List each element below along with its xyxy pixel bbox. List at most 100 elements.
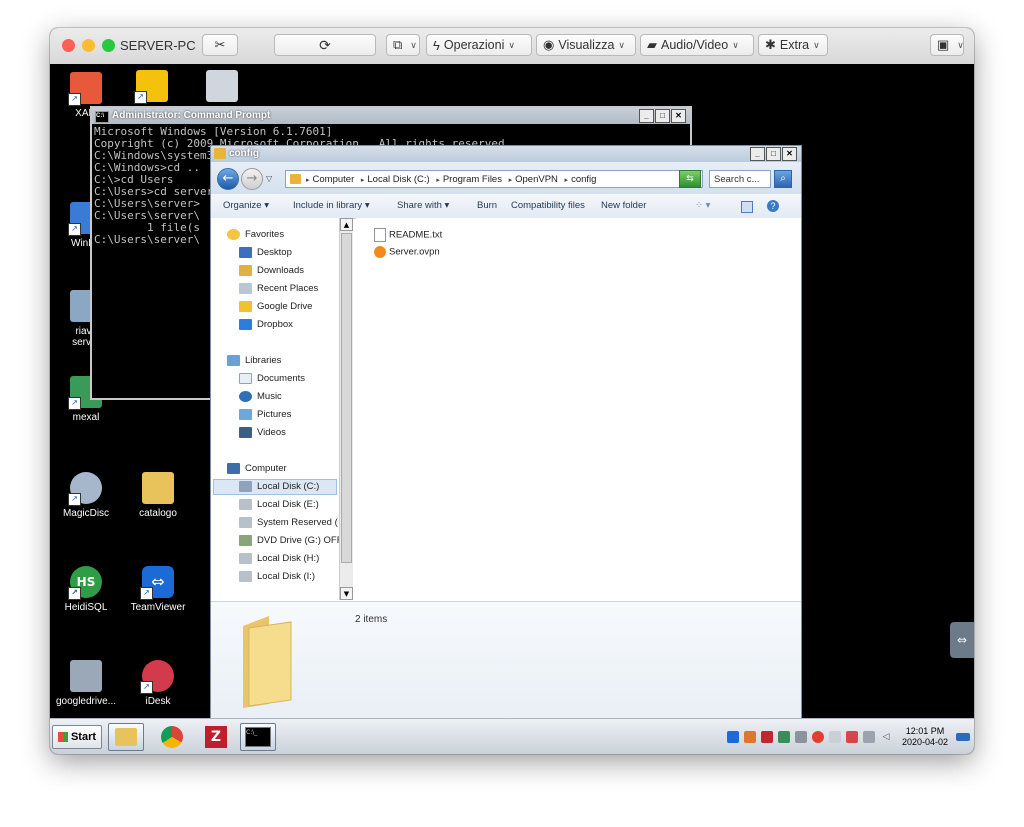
file-item-server-ovpn[interactable]: Server.ovpn xyxy=(374,246,440,258)
nav-dvd-drive[interactable]: DVD Drive (G:) OFF xyxy=(239,534,343,548)
desktop-icon-idesk[interactable]: ↗ iDesk xyxy=(126,660,190,707)
maximize-icon[interactable]: □ xyxy=(766,147,781,161)
file-list[interactable]: README.txt Server.ovpn xyxy=(356,218,801,600)
taskbar-chrome[interactable] xyxy=(154,723,190,751)
bluetooth-tray-icon[interactable] xyxy=(794,731,807,743)
view-grid-icon: ⁘ xyxy=(695,200,703,211)
command-prompt-title: Administrator: Command Prompt xyxy=(112,110,271,121)
desktop-icon-google-drive[interactable]: ↗ xyxy=(120,70,184,106)
explorer-window[interactable]: config _ □ ✕ ← → ▽ ▸ Computer ▸ Local Disk… xyxy=(210,145,802,718)
zoom-window-button[interactable] xyxy=(102,39,115,52)
nav-downloads[interactable]: Downloads xyxy=(239,264,304,278)
chevron-down-icon: ▾ xyxy=(444,200,450,211)
desktop-icon-recycle-bin[interactable] xyxy=(190,70,254,106)
extra-menu[interactable]: ✱ Extra ∨ xyxy=(758,34,828,56)
nav-google-drive[interactable]: Google Drive xyxy=(239,300,312,314)
forward-button[interactable]: → xyxy=(241,168,263,190)
search-input[interactable]: Search c... xyxy=(709,170,771,188)
nav-local-disk-h[interactable]: Local Disk (H:) xyxy=(239,552,319,566)
recent-pages-chevron-icon[interactable]: ▽ xyxy=(266,174,272,183)
nav-local-disk-e[interactable]: Local Disk (E:) xyxy=(239,498,319,512)
teamviewer-tray-icon[interactable] xyxy=(726,731,739,743)
include-in-library-menu[interactable]: Include in library ▾ xyxy=(293,200,370,211)
nav-music[interactable]: Music xyxy=(239,390,282,404)
navigation-pane[interactable]: Favorites Desktop Downloads Recent Place… xyxy=(211,218,353,600)
operazioni-menu[interactable]: ϟ Operazioni ∨ xyxy=(426,34,532,56)
teamviewer-side-panel[interactable]: ⇔ xyxy=(950,622,974,658)
command-prompt-titlebar[interactable]: C:\ Administrator: Command Prompt _ □ ✕ xyxy=(92,108,690,124)
go-refresh-button[interactable]: ⇆ xyxy=(679,170,701,188)
close-icon[interactable]: ✕ xyxy=(782,147,797,161)
nav-recent-places[interactable]: Recent Places xyxy=(239,282,318,296)
view-options-button[interactable]: ⁘ ▾ xyxy=(695,200,710,211)
minimize-icon[interactable]: _ xyxy=(639,109,654,123)
layers-button[interactable]: ⧉ ∨ xyxy=(386,34,420,56)
dropbox-tray-icon[interactable] xyxy=(828,731,841,743)
refresh-button[interactable]: ⟳ xyxy=(274,34,376,56)
breadcrumb-local-disk[interactable]: Local Disk (C:) xyxy=(367,174,429,185)
nav-documents[interactable]: Documents xyxy=(239,372,305,386)
network-tray-icon[interactable] xyxy=(777,731,790,743)
desktop-icon-catalogo[interactable]: catalogo xyxy=(126,472,190,519)
breadcrumb-openvpn[interactable]: OpenVPN xyxy=(515,174,558,185)
help-tray-icon[interactable] xyxy=(760,731,773,743)
minimize-icon[interactable]: _ xyxy=(750,147,765,161)
back-button[interactable]: ← xyxy=(217,168,239,190)
antivirus-tray-icon[interactable] xyxy=(811,731,824,743)
explorer-titlebar[interactable]: config _ □ ✕ xyxy=(211,146,801,162)
breadcrumb-program-files[interactable]: Program Files xyxy=(443,174,502,185)
new-folder-button[interactable]: New folder xyxy=(601,200,646,211)
chat-icon: ▰ xyxy=(647,37,657,52)
scrollbar-thumb[interactable] xyxy=(341,233,352,563)
nav-libraries[interactable]: Libraries xyxy=(227,354,281,368)
tools-icon: ✱ xyxy=(765,37,776,52)
scroll-down-icon[interactable]: ▼ xyxy=(340,587,353,600)
cmd-icon: C:\ xyxy=(95,111,109,123)
preview-pane-button[interactable] xyxy=(741,201,753,213)
clock[interactable]: 12:01 PM 2020-04-02 xyxy=(902,726,948,748)
flag-tray-icon[interactable] xyxy=(845,731,858,743)
nav-computer[interactable]: Computer xyxy=(227,462,287,476)
burn-button[interactable]: Burn xyxy=(477,200,497,211)
navigation-scrollbar[interactable]: ▲ ▼ xyxy=(339,218,353,600)
taskbar-cmd[interactable]: C:\_ xyxy=(240,723,276,751)
visualizza-menu[interactable]: ◉ Visualizza ∨ xyxy=(536,34,636,56)
minimize-window-button[interactable] xyxy=(82,39,95,52)
organize-menu[interactable]: Organize ▾ xyxy=(223,200,269,211)
disconnect-button[interactable]: ✂ xyxy=(202,34,238,56)
desktop-icon-magicdisc[interactable]: ↗ MagicDisc xyxy=(54,472,118,519)
desktop-icon-googledrive-sync[interactable]: googledrive... xyxy=(54,660,118,707)
close-icon[interactable]: ✕ xyxy=(671,109,686,123)
nav-videos[interactable]: Videos xyxy=(239,426,286,440)
close-window-button[interactable] xyxy=(62,39,75,52)
nav-system-reserved[interactable]: System Reserved ( xyxy=(239,516,338,530)
display-tray-icon[interactable] xyxy=(862,731,875,743)
compatibility-files-button[interactable]: Compatibility files xyxy=(511,200,585,211)
file-item-readme[interactable]: README.txt xyxy=(374,228,442,242)
audio-video-menu[interactable]: ▰ Audio/Video ∨ xyxy=(640,34,754,56)
maximize-icon[interactable]: □ xyxy=(655,109,670,123)
xampp-tray-icon[interactable] xyxy=(743,731,756,743)
nav-pictures[interactable]: Pictures xyxy=(239,408,291,422)
idesk-icon: ↗ xyxy=(140,660,174,694)
breadcrumb-config[interactable]: config xyxy=(571,174,596,185)
taskbar-filezilla[interactable]: Z xyxy=(198,723,234,751)
show-desktop-icon[interactable] xyxy=(956,733,970,741)
help-button[interactable]: ? xyxy=(767,200,779,212)
nav-desktop[interactable]: Desktop xyxy=(239,246,292,260)
start-button[interactable]: Start xyxy=(52,725,102,749)
taskbar-explorer[interactable] xyxy=(108,723,144,751)
nav-dropbox[interactable]: Dropbox xyxy=(239,318,293,332)
desktop-icon-teamviewer[interactable]: ⇔ ↗ TeamViewer xyxy=(126,566,190,613)
address-bar[interactable]: ▸ Computer ▸ Local Disk (C:) ▸ Program File… xyxy=(285,170,703,188)
nav-local-disk-c[interactable]: Local Disk (C:) xyxy=(239,480,319,494)
terminal-menu-button[interactable]: ▣ ∨ xyxy=(930,34,964,56)
desktop-icon-heidisql[interactable]: HS ↗ HeidiSQL xyxy=(54,566,118,613)
volume-icon[interactable]: ◁ xyxy=(880,731,892,743)
scroll-up-icon[interactable]: ▲ xyxy=(340,218,353,231)
nav-local-disk-i[interactable]: Local Disk (I:) xyxy=(239,570,315,584)
share-with-menu[interactable]: Share with ▾ xyxy=(397,200,449,211)
breadcrumb-computer[interactable]: Computer xyxy=(313,174,355,185)
nav-favorites[interactable]: Favorites xyxy=(227,228,284,242)
search-button[interactable]: ⌕ xyxy=(774,170,792,188)
